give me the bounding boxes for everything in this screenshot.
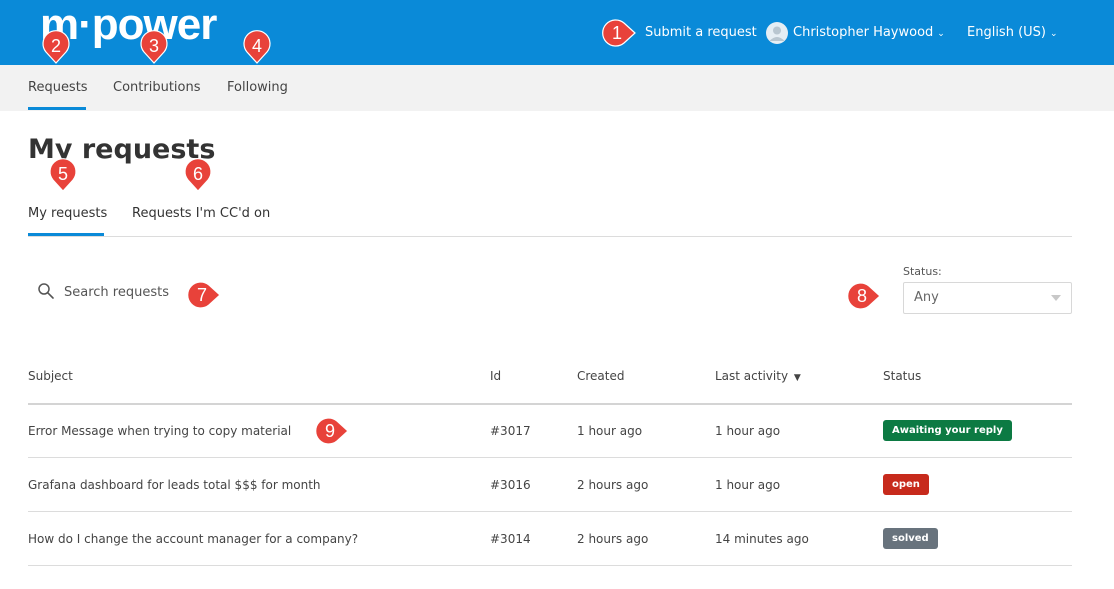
annotation-marker-4: 4	[239, 28, 275, 64]
column-header-last-activity[interactable]: Last activity ▼	[715, 368, 801, 386]
annotation-marker-9: 9	[313, 413, 349, 449]
request-last-activity: 1 hour ago	[715, 478, 781, 492]
request-created: 1 hour ago	[577, 424, 643, 438]
request-id: #3014	[490, 532, 531, 546]
annotation-marker-6: 6	[180, 156, 216, 192]
status-badge: open	[883, 474, 929, 495]
row-divider	[28, 511, 1072, 512]
annotation-marker-5: 5	[45, 156, 81, 192]
column-header-subject[interactable]: Subject	[28, 368, 73, 384]
column-header-last-activity-label: Last activity	[715, 369, 789, 383]
tab-my-requests[interactable]: My requests	[28, 205, 107, 223]
annotation-marker-3: 3	[136, 28, 172, 64]
subnav-requests[interactable]: Requests	[28, 79, 88, 97]
subnav-following[interactable]: Following	[227, 79, 288, 97]
row-divider	[28, 565, 1072, 566]
request-created: 2 hours ago	[577, 532, 649, 546]
dropdown-arrow-icon	[1051, 295, 1061, 301]
language-label: English (US)	[967, 25, 1046, 40]
status-filter-select[interactable]: Any	[903, 282, 1072, 314]
table-header-divider	[28, 403, 1072, 405]
search-input[interactable]	[60, 280, 268, 304]
request-id: #3017	[490, 424, 531, 438]
user-avatar[interactable]	[766, 22, 788, 44]
row-divider	[28, 457, 1072, 458]
sub-navigation: Requests Contributions Following	[0, 65, 1114, 111]
user-avatar-icon	[769, 26, 785, 41]
annotation-marker-7: 7	[185, 277, 221, 313]
language-menu[interactable]: English (US) ⌄	[967, 24, 1058, 43]
tab-cc-requests[interactable]: Requests I'm CC'd on	[132, 205, 270, 223]
status-filter-label: Status:	[903, 265, 942, 278]
chevron-down-icon: ⌄	[937, 29, 945, 39]
request-last-activity: 1 hour ago	[715, 424, 781, 438]
request-created: 2 hours ago	[577, 478, 649, 492]
search-icon	[38, 283, 54, 299]
column-header-created[interactable]: Created	[577, 368, 625, 384]
column-header-status[interactable]: Status	[883, 368, 921, 384]
annotation-marker-2: 2	[38, 28, 74, 64]
chevron-down-icon: ⌄	[1049, 29, 1058, 39]
annotation-marker-1: 1	[600, 15, 636, 51]
annotation-marker-8: 8	[845, 278, 881, 314]
user-name: Christopher Haywood	[793, 25, 934, 40]
request-last-activity: 14 minutes ago	[715, 532, 809, 546]
tabs-divider	[28, 236, 1072, 237]
subnav-active-indicator	[28, 107, 86, 110]
request-subject-link[interactable]: Grafana dashboard for leads total $$$ fo…	[28, 477, 321, 493]
status-badge: solved	[883, 528, 938, 549]
request-subject-link[interactable]: Error Message when trying to copy materi…	[28, 423, 291, 439]
status-badge: Awaiting your reply	[883, 420, 1012, 441]
status-filter-value: Any	[914, 290, 939, 305]
column-header-id[interactable]: Id	[490, 368, 501, 384]
request-id: #3016	[490, 478, 531, 492]
subnav-contributions[interactable]: Contributions	[113, 79, 201, 97]
user-menu[interactable]: Christopher Haywood ⌄	[793, 24, 945, 43]
request-subject-link[interactable]: How do I change the account manager for …	[28, 531, 358, 547]
sort-desc-icon: ▼	[793, 373, 801, 383]
submit-request-link[interactable]: Submit a request	[645, 24, 757, 42]
